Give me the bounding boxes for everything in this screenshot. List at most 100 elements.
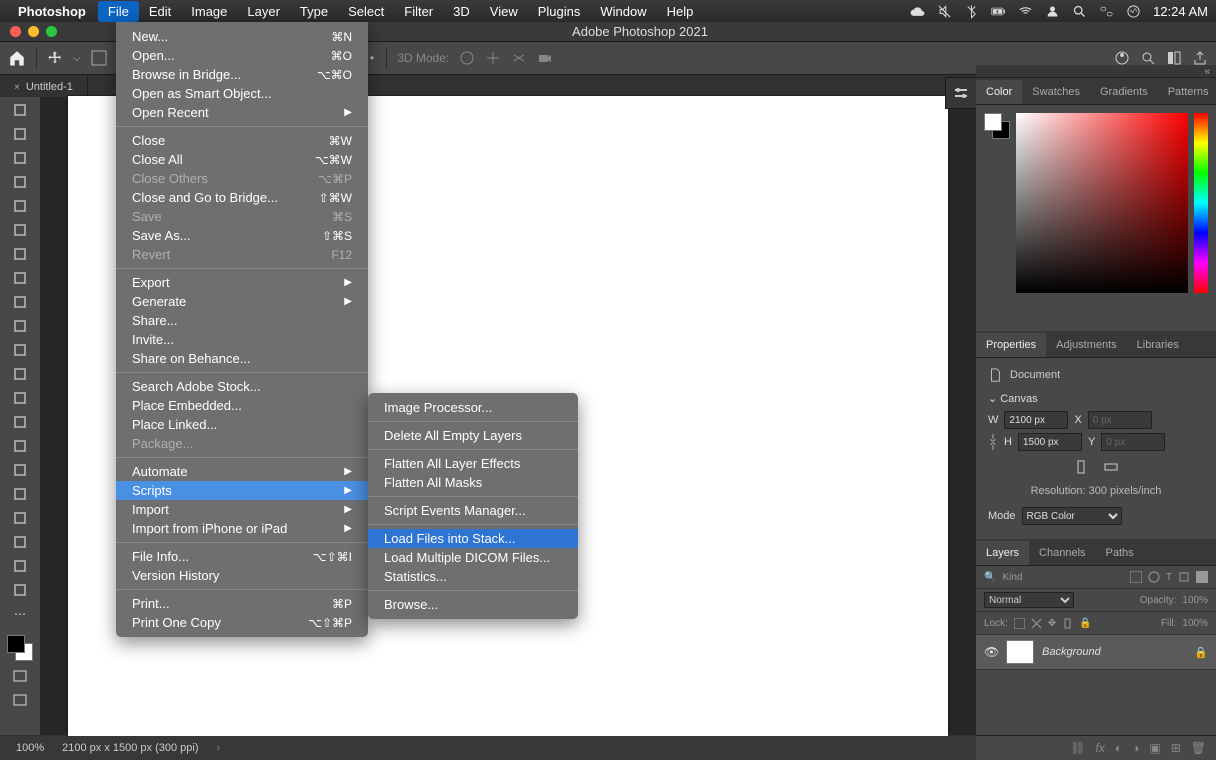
user-icon[interactable]: [1045, 4, 1060, 19]
cloud-docs-icon[interactable]: [1114, 50, 1130, 66]
status-arrow-icon[interactable]: ›: [217, 742, 221, 754]
menu-plugins[interactable]: Plugins: [528, 1, 591, 22]
visibility-icon[interactable]: 👁: [984, 645, 998, 659]
submenu-item[interactable]: Flatten All Layer Effects: [368, 454, 578, 473]
menu-help[interactable]: Help: [657, 1, 704, 22]
submenu-item[interactable]: Browse...: [368, 595, 578, 614]
menu-item[interactable]: Close⌘W: [116, 131, 368, 150]
tab-gradients[interactable]: Gradients: [1090, 80, 1158, 104]
no-audio-icon[interactable]: [937, 4, 952, 19]
color-mode-select[interactable]: RGB Color: [1022, 507, 1122, 525]
layer-thumbnail[interactable]: [1006, 640, 1034, 664]
new-layer-icon[interactable]: ⊞: [1171, 741, 1181, 755]
menu-item[interactable]: Place Linked...: [116, 415, 368, 434]
layer-row[interactable]: 👁 Background 🔒: [976, 635, 1216, 670]
tab-libraries[interactable]: Libraries: [1127, 333, 1189, 357]
menu-item[interactable]: Browse in Bridge...⌥⌘O: [116, 65, 368, 84]
menu-edit[interactable]: Edit: [139, 1, 181, 22]
edit-toolbar-icon[interactable]: ⋯: [9, 605, 31, 623]
clock[interactable]: 12:24 AM: [1153, 4, 1208, 19]
menu-item[interactable]: Close and Go to Bridge...⇧⌘W: [116, 188, 368, 207]
3d-camera-icon[interactable]: [537, 50, 553, 66]
window-minimize-button[interactable]: [28, 26, 39, 37]
zoom-tool-icon[interactable]: [9, 581, 31, 599]
tab-paths[interactable]: Paths: [1096, 541, 1144, 565]
menu-item[interactable]: Scripts▶: [116, 481, 368, 500]
tab-adjustments[interactable]: Adjustments: [1046, 333, 1127, 357]
zoom-level[interactable]: 100%: [16, 742, 44, 754]
3d-orbit-icon[interactable]: [459, 50, 475, 66]
menu-item[interactable]: File Info...⌥⇧⌘I: [116, 547, 368, 566]
filter-shape-icon[interactable]: [1178, 571, 1190, 583]
lock-all-icon[interactable]: 🔒: [1079, 618, 1091, 629]
fx-icon[interactable]: fx: [1096, 741, 1105, 755]
filter-image-icon[interactable]: [1130, 571, 1142, 583]
3d-slide-icon[interactable]: [511, 50, 527, 66]
opacity-value[interactable]: 100%: [1182, 595, 1208, 606]
menu-select[interactable]: Select: [338, 1, 394, 22]
height-input[interactable]: [1018, 433, 1082, 451]
fill-value[interactable]: 100%: [1182, 618, 1208, 629]
eraser-tool-icon[interactable]: [9, 365, 31, 383]
move-tool-icon[interactable]: [47, 50, 63, 66]
share-icon[interactable]: [1192, 50, 1208, 66]
pen-tool-icon[interactable]: [9, 461, 31, 479]
filter-adjustment-icon[interactable]: [1148, 571, 1160, 583]
menu-type[interactable]: Type: [290, 1, 338, 22]
menu-3d[interactable]: 3D: [443, 1, 480, 22]
menu-item[interactable]: Open Recent▶: [116, 103, 368, 122]
link-layers-icon[interactable]: ⛓: [1070, 741, 1085, 755]
lock-pixels-icon[interactable]: [1014, 618, 1025, 629]
menu-item[interactable]: New...⌘N: [116, 27, 368, 46]
submenu-item[interactable]: Delete All Empty Layers: [368, 426, 578, 445]
menu-item[interactable]: Place Embedded...: [116, 396, 368, 415]
submenu-item[interactable]: Load Multiple DICOM Files...: [368, 548, 578, 567]
menu-item[interactable]: Version History: [116, 566, 368, 585]
crop-tool-icon[interactable]: [9, 197, 31, 215]
quick-mask-icon[interactable]: [9, 691, 31, 709]
menu-item[interactable]: Import from iPhone or iPad▶: [116, 519, 368, 538]
heal-tool-icon[interactable]: [9, 269, 31, 287]
brush-tool-icon[interactable]: [9, 293, 31, 311]
menu-item[interactable]: Close All⌥⌘W: [116, 150, 368, 169]
hand-tool-icon[interactable]: [9, 557, 31, 575]
landscape-icon[interactable]: [1103, 459, 1119, 475]
spotlight-icon[interactable]: [1072, 4, 1087, 19]
menu-image[interactable]: Image: [181, 1, 237, 22]
screen-mode-icon[interactable]: [9, 667, 31, 685]
eyedrop-tool-icon[interactable]: [9, 245, 31, 263]
menu-item[interactable]: Save As...⇧⌘S: [116, 226, 368, 245]
blur-tool-icon[interactable]: [9, 413, 31, 431]
menu-item[interactable]: Share...: [116, 311, 368, 330]
wand-tool-icon[interactable]: [9, 173, 31, 191]
menu-item[interactable]: Share on Behance...: [116, 349, 368, 368]
dropdown-icon[interactable]: ⌵: [73, 53, 81, 64]
tab-swatches[interactable]: Swatches: [1022, 80, 1090, 104]
workspace-icon[interactable]: [1166, 50, 1182, 66]
window-close-button[interactable]: [10, 26, 21, 37]
menu-window[interactable]: Window: [590, 1, 656, 22]
filter-type-icon[interactable]: T: [1166, 572, 1172, 583]
collapsed-panel-icon[interactable]: [945, 77, 976, 109]
lock-artboard-icon[interactable]: [1062, 618, 1073, 629]
locked-icon[interactable]: 🔒: [1194, 646, 1208, 659]
search-icon[interactable]: [1140, 50, 1156, 66]
home-icon[interactable]: [8, 49, 26, 67]
submenu-item[interactable]: Script Events Manager...: [368, 501, 578, 520]
type-tool-icon[interactable]: [9, 485, 31, 503]
window-maximize-button[interactable]: [46, 26, 57, 37]
tab-properties[interactable]: Properties: [976, 333, 1046, 357]
adjustment-layer-icon[interactable]: ◑: [1132, 741, 1139, 755]
menu-item[interactable]: Generate▶: [116, 292, 368, 311]
3d-pan-icon[interactable]: [485, 50, 501, 66]
cloud-icon[interactable]: [910, 4, 925, 19]
move-tool-icon[interactable]: [9, 101, 31, 119]
menu-item[interactable]: Search Adobe Stock...: [116, 377, 368, 396]
menu-view[interactable]: View: [480, 1, 528, 22]
app-name[interactable]: Photoshop: [18, 4, 86, 19]
hue-slider[interactable]: [1194, 113, 1208, 293]
close-tab-icon[interactable]: ×: [14, 82, 20, 93]
menu-item[interactable]: Invite...: [116, 330, 368, 349]
bluetooth-icon[interactable]: [964, 4, 979, 19]
menu-item[interactable]: Open...⌘O: [116, 46, 368, 65]
